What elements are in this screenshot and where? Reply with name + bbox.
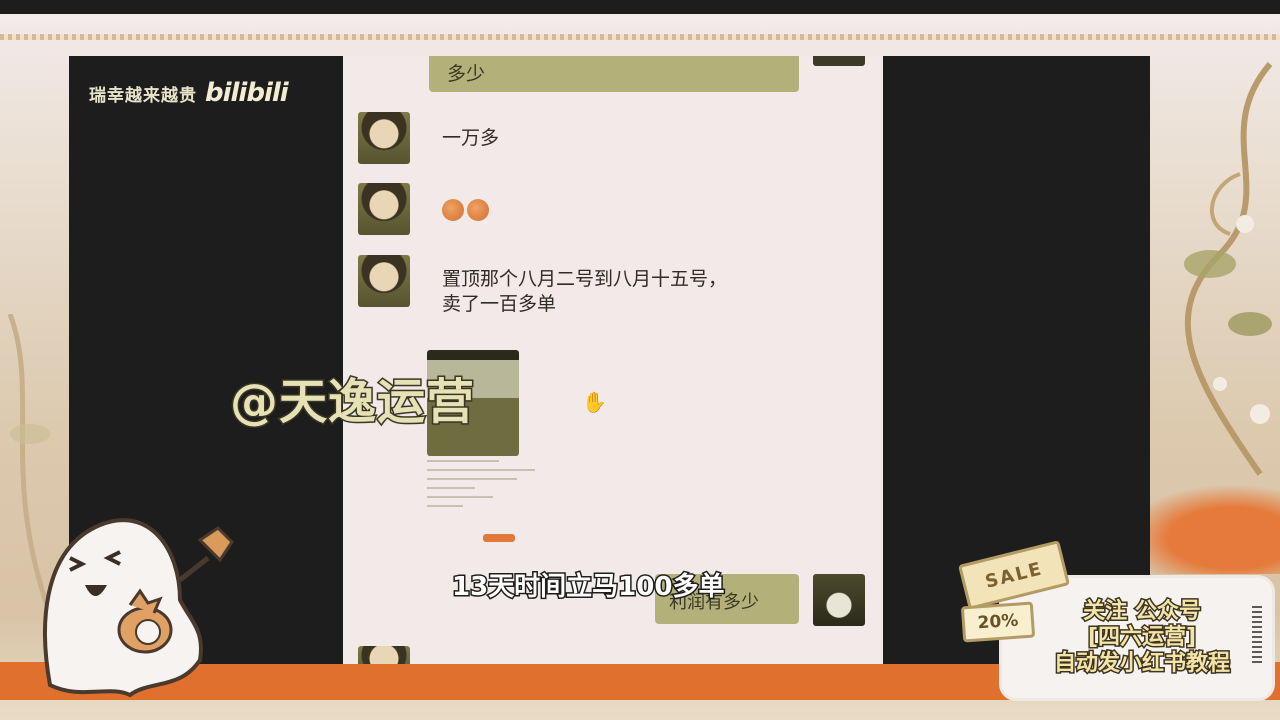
video-subtitle: 13天时间立马100多单 — [450, 571, 725, 604]
chat-bubble-right-top: 多少 — [429, 56, 799, 92]
ghost-mascot-icon — [43, 518, 234, 698]
hand-cursor-icon: ✋ — [582, 390, 607, 414]
channel-brand: 瑞幸越来越贵 bilibili — [89, 78, 289, 108]
chat-message-emoji — [442, 183, 492, 222]
top-bar — [0, 0, 1280, 14]
peach-emoji-icon — [467, 198, 489, 221]
shared-image-tag — [483, 534, 515, 542]
chat-bubble-text: 多少 — [447, 63, 486, 85]
chat-message-line: 置顶那个八月二号到八月十五号， — [442, 268, 728, 290]
avatar — [358, 112, 410, 164]
barcode-icon — [1252, 606, 1262, 666]
floral-vine-decoration — [1184, 62, 1273, 476]
promo-line: [四六运营] — [1086, 624, 1197, 651]
watermark-text: @天逸运营 — [228, 373, 476, 432]
chat-message: 一万多 — [358, 112, 499, 164]
avatar — [358, 183, 410, 235]
promo-line: 自动发小红书教程 — [1052, 650, 1231, 677]
avatar — [358, 255, 410, 307]
promo-card[interactable]: 关注 公众号 [四六运营] 自动发小红书教程 — [1002, 578, 1272, 698]
avatar — [813, 574, 865, 626]
chat-message: 置顶那个八月二号到八月十五号， 卖了一百多单 — [358, 255, 727, 317]
avatar — [358, 646, 410, 664]
bilibili-logo: bilibili — [205, 78, 289, 108]
chat-message-text: 一万多 — [442, 127, 500, 149]
chat-message-text: 置顶那个八月二号到八月十五号， 卖了一百多单 — [442, 255, 727, 317]
peach-emoji-icon — [442, 198, 464, 221]
promo-line: 关注 公众号 — [1082, 598, 1203, 625]
decorative-stripe — [0, 34, 1280, 40]
discount-tag: 20% — [960, 601, 1036, 643]
chat-message — [358, 183, 492, 235]
shared-image-caption — [427, 460, 547, 514]
chat-message-line: 卖了一百多单 — [442, 293, 557, 315]
channel-name: 瑞幸越来越贵 — [89, 85, 197, 106]
avatar — [813, 56, 865, 66]
